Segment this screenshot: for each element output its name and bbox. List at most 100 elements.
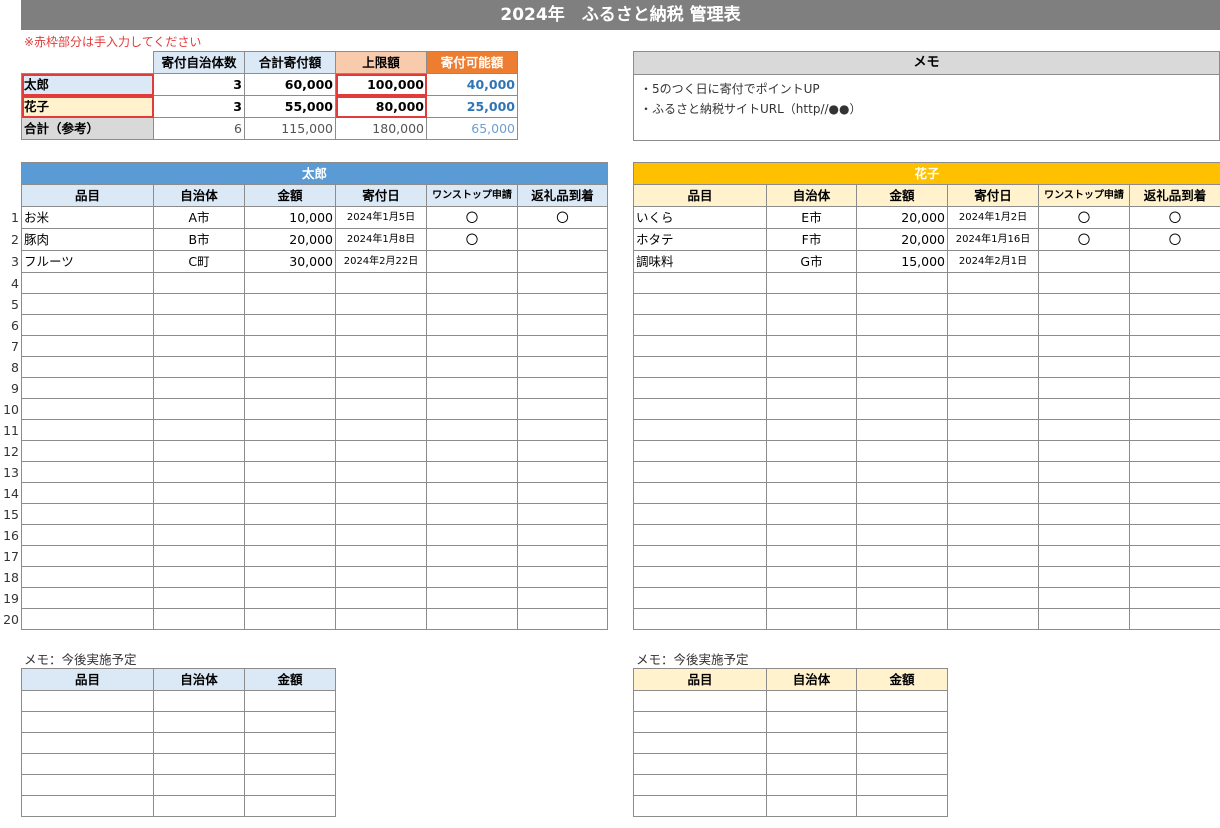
- taro-cell-onestop[interactable]: [426, 566, 518, 588]
- hanako-plan-cell-amount[interactable]: [856, 690, 948, 712]
- taro-cell-amount[interactable]: [244, 314, 336, 336]
- hanako-cell-item[interactable]: [633, 566, 767, 588]
- hanako-plan-cell-city[interactable]: [766, 795, 857, 817]
- taro-cell-onestop[interactable]: [426, 608, 518, 630]
- taro-cell-item[interactable]: お米: [21, 206, 154, 229]
- taro-cell-item[interactable]: [21, 608, 154, 630]
- hanako-cell-city[interactable]: [766, 293, 857, 315]
- hanako-cell-amount[interactable]: [856, 377, 948, 399]
- taro-plan-cell-city[interactable]: [153, 774, 245, 796]
- hanako-cell-arrived[interactable]: [1128, 545, 1220, 567]
- taro-cell-city[interactable]: [153, 272, 245, 294]
- hanako-cell-arrived[interactable]: 〇: [1128, 206, 1220, 229]
- taro-cell-city[interactable]: [153, 587, 245, 609]
- taro-cell-amount[interactable]: [244, 293, 336, 315]
- taro-cell-arrived[interactable]: [516, 503, 609, 525]
- hanako-cell-onestop[interactable]: [1038, 566, 1130, 588]
- hanako-cell-item[interactable]: [633, 524, 767, 546]
- hanako-cell-item[interactable]: [633, 335, 767, 357]
- hanako-plan-cell-city[interactable]: [766, 711, 857, 733]
- hanako-cell-item[interactable]: [633, 545, 767, 567]
- taro-cell-amount[interactable]: 10,000: [244, 206, 336, 229]
- hanako-cell-city[interactable]: [766, 314, 857, 336]
- hanako-cell-onestop[interactable]: [1038, 587, 1130, 609]
- taro-plan-cell-city[interactable]: [153, 711, 245, 733]
- summary-limit-hanako[interactable]: 80,000: [335, 95, 427, 118]
- taro-cell-item[interactable]: [21, 503, 154, 525]
- taro-cell-onestop[interactable]: 〇: [426, 228, 518, 251]
- taro-plan-cell-item[interactable]: [21, 774, 154, 796]
- hanako-cell-city[interactable]: [766, 377, 857, 399]
- hanako-cell-date[interactable]: [947, 587, 1039, 609]
- hanako-cell-item[interactable]: [633, 461, 767, 483]
- hanako-cell-onestop[interactable]: [1038, 335, 1130, 357]
- hanako-cell-date[interactable]: [947, 566, 1039, 588]
- taro-cell-onestop[interactable]: [426, 398, 518, 420]
- hanako-cell-amount[interactable]: [856, 482, 948, 504]
- hanako-cell-arrived[interactable]: [1128, 440, 1220, 462]
- taro-cell-onestop[interactable]: [426, 356, 518, 378]
- taro-cell-date[interactable]: [335, 419, 427, 441]
- taro-plan-cell-city[interactable]: [153, 795, 245, 817]
- hanako-cell-city[interactable]: [766, 524, 857, 546]
- taro-plan-cell-amount[interactable]: [244, 753, 336, 775]
- hanako-cell-city[interactable]: [766, 335, 857, 357]
- taro-cell-amount[interactable]: [244, 377, 336, 399]
- taro-cell-onestop[interactable]: [426, 250, 518, 273]
- hanako-cell-arrived[interactable]: [1128, 377, 1220, 399]
- taro-cell-item[interactable]: [21, 356, 154, 378]
- taro-cell-date[interactable]: 2024年1月5日: [335, 206, 427, 229]
- hanako-plan-cell-city[interactable]: [766, 732, 857, 754]
- taro-cell-city[interactable]: [153, 398, 245, 420]
- hanako-cell-arrived[interactable]: [1128, 335, 1220, 357]
- taro-cell-city[interactable]: C町: [153, 250, 245, 273]
- summary-limit-taro[interactable]: 100,000: [335, 73, 427, 96]
- taro-cell-city[interactable]: [153, 545, 245, 567]
- taro-cell-item[interactable]: [21, 482, 154, 504]
- taro-cell-arrived[interactable]: [516, 356, 609, 378]
- hanako-cell-amount[interactable]: [856, 272, 948, 294]
- taro-cell-item[interactable]: [21, 293, 154, 315]
- taro-plan-cell-item[interactable]: [21, 690, 154, 712]
- taro-cell-item[interactable]: [21, 377, 154, 399]
- hanako-plan-cell-amount[interactable]: [856, 774, 948, 796]
- taro-cell-onestop[interactable]: [426, 482, 518, 504]
- taro-cell-city[interactable]: [153, 524, 245, 546]
- taro-cell-city[interactable]: B市: [153, 228, 245, 251]
- hanako-cell-onestop[interactable]: [1038, 482, 1130, 504]
- hanako-plan-cell-city[interactable]: [766, 753, 857, 775]
- taro-cell-arrived[interactable]: [516, 566, 609, 588]
- taro-cell-item[interactable]: 豚肉: [21, 228, 154, 251]
- hanako-cell-date[interactable]: [947, 356, 1039, 378]
- taro-cell-city[interactable]: [153, 314, 245, 336]
- taro-cell-onestop[interactable]: [426, 335, 518, 357]
- hanako-cell-onestop[interactable]: [1038, 356, 1130, 378]
- taro-cell-date[interactable]: [335, 272, 427, 294]
- hanako-cell-onestop[interactable]: [1038, 398, 1130, 420]
- hanako-cell-onestop[interactable]: 〇: [1038, 228, 1130, 251]
- taro-cell-arrived[interactable]: 〇: [516, 206, 609, 229]
- hanako-cell-city[interactable]: [766, 608, 857, 630]
- taro-cell-date[interactable]: 2024年1月8日: [335, 228, 427, 251]
- hanako-cell-item[interactable]: [633, 314, 767, 336]
- taro-cell-city[interactable]: [153, 335, 245, 357]
- taro-cell-item[interactable]: [21, 440, 154, 462]
- taro-cell-arrived[interactable]: [516, 587, 609, 609]
- hanako-cell-date[interactable]: [947, 335, 1039, 357]
- hanako-cell-onestop[interactable]: [1038, 250, 1130, 273]
- taro-cell-onestop[interactable]: [426, 419, 518, 441]
- hanako-cell-onestop[interactable]: [1038, 503, 1130, 525]
- taro-cell-date[interactable]: [335, 524, 427, 546]
- hanako-cell-arrived[interactable]: [1128, 461, 1220, 483]
- hanako-cell-amount[interactable]: 20,000: [856, 228, 948, 251]
- hanako-cell-item[interactable]: [633, 293, 767, 315]
- taro-cell-arrived[interactable]: [516, 440, 609, 462]
- hanako-cell-onestop[interactable]: [1038, 608, 1130, 630]
- hanako-plan-cell-amount[interactable]: [856, 711, 948, 733]
- taro-cell-city[interactable]: [153, 461, 245, 483]
- taro-plan-cell-city[interactable]: [153, 732, 245, 754]
- taro-cell-date[interactable]: [335, 503, 427, 525]
- hanako-cell-amount[interactable]: [856, 356, 948, 378]
- hanako-cell-amount[interactable]: [856, 461, 948, 483]
- taro-cell-date[interactable]: [335, 461, 427, 483]
